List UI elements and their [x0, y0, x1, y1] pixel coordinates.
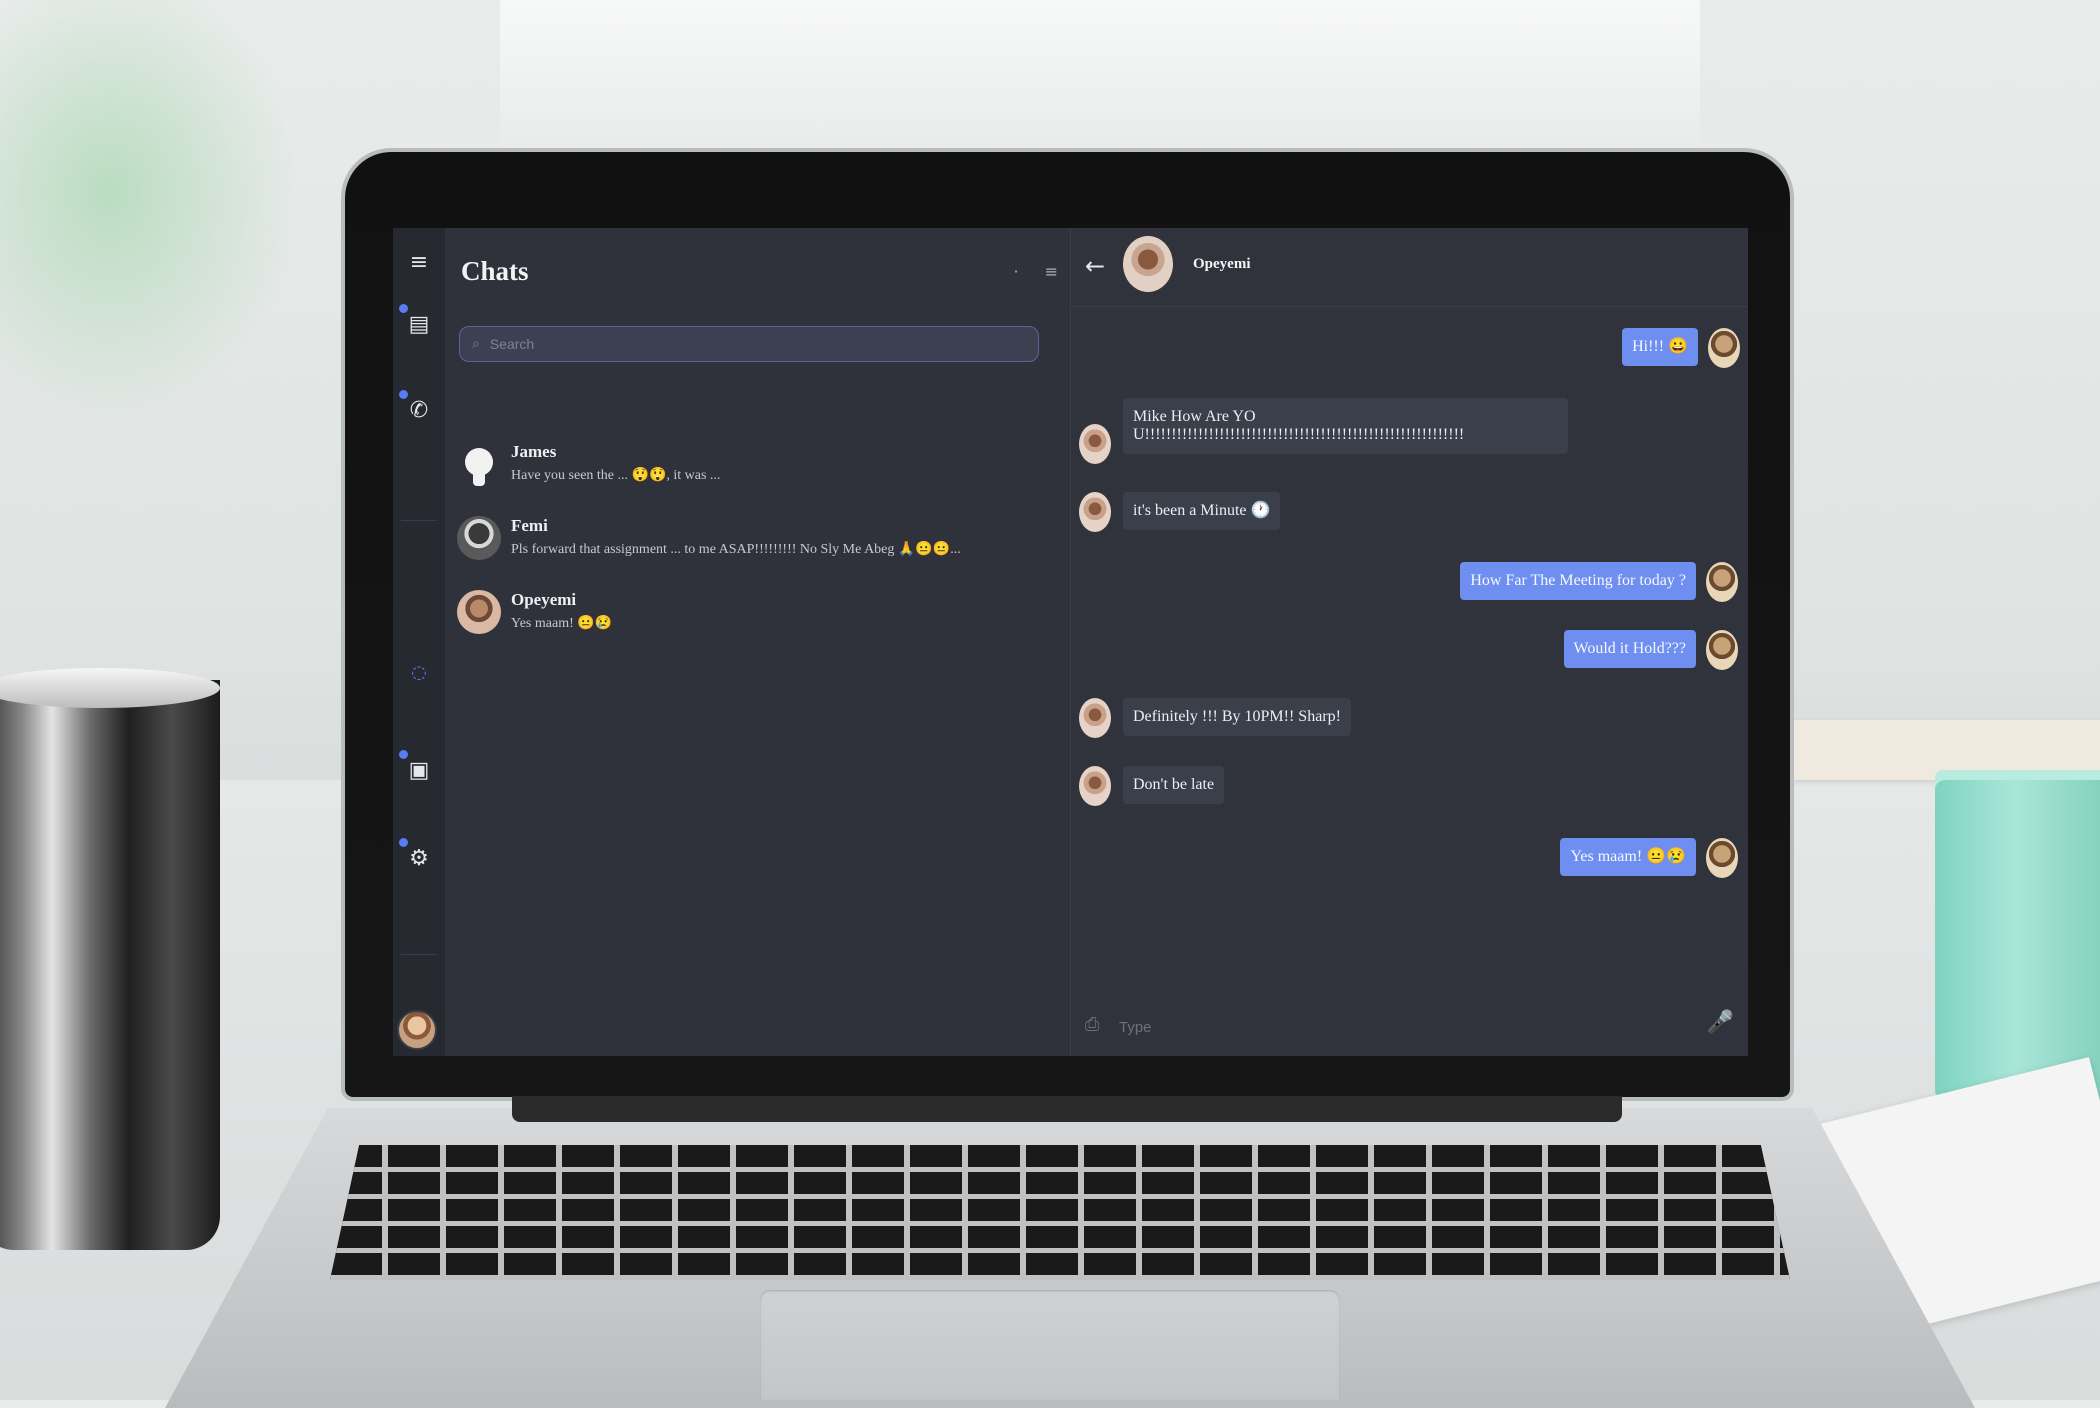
message-outgoing: Would it Hold???: [1563, 630, 1738, 670]
chat-list-item[interactable]: Femi Pls forward that assignment ... to …: [457, 510, 1047, 572]
gear-icon: ⚙: [409, 845, 429, 871]
message-incoming: Definitely !!! By 10PM!! Sharp!: [1079, 698, 1351, 738]
filter-icon[interactable]: ≡: [1045, 262, 1058, 281]
attachment-icon[interactable]: ⎙: [1085, 1014, 1099, 1035]
sender-avatar: [1706, 838, 1738, 878]
message-outgoing: Hi!!! 😀: [1622, 328, 1740, 368]
chat-bubble-icon: ▤: [408, 311, 430, 337]
list-actions: · ≡: [1014, 262, 1059, 281]
message-bubble: Would it Hold???: [1563, 630, 1696, 668]
rail-divider: [401, 954, 437, 955]
message-bubble: it's been a Minute 🕐: [1123, 492, 1281, 530]
message-bubble: Definitely !!! By 10PM!! Sharp!: [1123, 698, 1351, 736]
chat-preview: Yes maam! 😐😢: [511, 616, 613, 631]
hamburger-icon[interactable]: ≡: [401, 244, 437, 280]
sender-avatar: [1079, 766, 1111, 806]
rail-item-saved[interactable]: ▣: [399, 750, 437, 788]
message-outgoing: Yes maam! 😐😢: [1560, 838, 1738, 878]
notification-dot: [399, 304, 408, 313]
laptop-hinge: [512, 1096, 1622, 1122]
contact-avatar[interactable]: [1123, 236, 1173, 292]
status-ring-icon: ◌: [411, 661, 427, 683]
sender-avatar: [1708, 328, 1740, 368]
chat-name: James: [511, 442, 557, 461]
microphone-icon[interactable]: 🎤: [1707, 1010, 1734, 1035]
search-box: ⌕: [459, 326, 1039, 362]
keyboard-rows: [330, 1145, 1790, 1280]
message-bubble: Hi!!! 😀: [1622, 328, 1698, 366]
rail-divider: [401, 520, 437, 521]
message-bubble: How Far The Meeting for today ?: [1460, 562, 1696, 600]
rail-item-chats[interactable]: ▤: [399, 304, 437, 342]
phone-icon: ✆: [409, 397, 429, 423]
more-icon[interactable]: ·: [1014, 262, 1019, 281]
github-avatar: [457, 442, 501, 486]
message-incoming: Mike How Are YOU!!!!!!!!!!!!!!!!!!!!!!!!…: [1079, 398, 1568, 464]
rail-item-settings[interactable]: ⚙: [399, 838, 437, 876]
nav-rail: ≡ ▤ ✆ ◌ ▣ ⚙: [393, 228, 445, 1056]
background-blur-green: [0, 0, 300, 420]
message-bubble: Mike How Are YOU!!!!!!!!!!!!!!!!!!!!!!!!…: [1123, 398, 1568, 454]
sender-avatar: [1079, 424, 1111, 464]
conversation-panel: ← Opeyemi Hi!!! 😀 Mike How Are YOU!!!!!!…: [1071, 228, 1748, 1056]
bookmark-box-icon: ▣: [408, 757, 430, 783]
chat-list-panel: Chats · ≡ ⌕ James Have you seen the ... …: [445, 228, 1070, 1056]
chat-list-item[interactable]: Opeyemi Yes maam! 😐😢: [457, 584, 1047, 646]
teal-box: [1935, 780, 2100, 1100]
message-bubble: Yes maam! 😐😢: [1560, 838, 1696, 876]
chats-title: Chats: [461, 256, 529, 286]
conversation-header: ← Opeyemi: [1071, 228, 1748, 307]
chat-preview: Pls forward that assignment ... to me AS…: [511, 542, 961, 557]
app-window: ≡ ▤ ✆ ◌ ▣ ⚙ Chats · ≡ ⌕ Search James Hav…: [393, 228, 1748, 1056]
femi-avatar: [457, 516, 501, 560]
sender-avatar: [1079, 698, 1111, 738]
opeyemi-avatar: [457, 590, 501, 634]
contact-name: Opeyemi: [1193, 256, 1251, 272]
notification-dot: [399, 838, 408, 847]
chat-preview: Have you seen the ... 😲😲, it was ...: [511, 468, 721, 483]
sender-avatar: [1079, 492, 1111, 532]
chat-name: Opeyemi: [511, 590, 577, 609]
laptop-trackpad: [760, 1290, 1340, 1400]
sender-avatar: [1706, 630, 1738, 670]
notification-dot: [399, 750, 408, 759]
rail-item-calls[interactable]: ✆: [399, 390, 437, 428]
message-incoming: Don't be late: [1079, 766, 1225, 806]
search-icon: ⌕: [472, 336, 480, 352]
notification-dot: [399, 390, 408, 399]
background-window-light: [500, 0, 1700, 170]
message-composer: ⎙ 🎤: [1071, 996, 1748, 1056]
chat-list-item[interactable]: James Have you seen the ... 😲😲, it was .…: [457, 436, 1047, 498]
back-arrow-icon[interactable]: ←: [1085, 252, 1105, 280]
chat-name: Femi: [511, 516, 548, 535]
metal-mug: [0, 680, 220, 1250]
message-outgoing: How Far The Meeting for today ?: [1460, 562, 1738, 602]
sender-avatar: [1706, 562, 1738, 602]
message-input[interactable]: [1117, 1012, 1681, 1042]
rail-item-status[interactable]: ◌: [401, 654, 437, 690]
message-bubble: Don't be late: [1123, 766, 1225, 804]
user-avatar[interactable]: [397, 1010, 437, 1050]
search-input[interactable]: [487, 335, 1012, 353]
message-incoming: it's been a Minute 🕐: [1079, 492, 1281, 532]
